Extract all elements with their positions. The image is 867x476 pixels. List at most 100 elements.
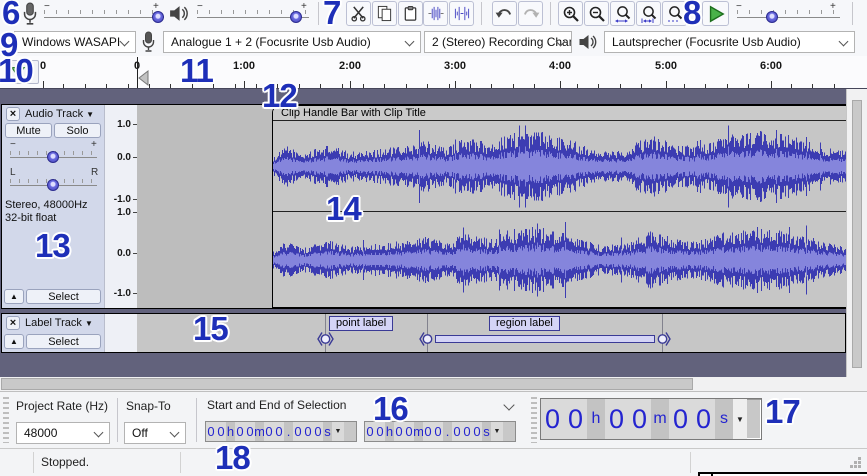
label-track-title[interactable]: Label Track ▼ — [25, 317, 93, 329]
time-digit[interactable]: 0 — [605, 399, 628, 439]
fit-selection-button[interactable] — [610, 1, 635, 26]
track-format-line1: Stereo, 48000Hz — [5, 199, 88, 211]
waveform-channel-left[interactable] — [273, 122, 867, 211]
recording-device-select[interactable]: Analogue 1 + 2 (Focusrite Usb Audio) — [163, 31, 421, 53]
point-label-text[interactable]: point label — [329, 316, 393, 331]
playback-volume-slider[interactable] — [290, 11, 302, 23]
time-digit[interactable]: 0 — [452, 422, 462, 441]
selection-toolbar: Project Rate (Hz) 48000 Snap-To Off Star… — [0, 391, 867, 448]
label-track: × Label Track ▼ ▲ Select point label reg… — [1, 313, 846, 353]
time-digit[interactable]: 0 — [472, 422, 482, 441]
annotation-number: 13 — [35, 227, 70, 265]
clip-handle-bar[interactable]: Clip Handle Bar with Clip Title — [273, 106, 867, 121]
fit-project-button[interactable] — [636, 1, 661, 26]
time-digit[interactable]: 0 — [274, 422, 284, 441]
label-area[interactable]: point label region label — [137, 314, 845, 352]
time-digit[interactable]: 0 — [692, 399, 715, 439]
play-at-speed-button[interactable] — [702, 1, 729, 26]
toolbar-separator — [481, 2, 482, 25]
cut-button[interactable] — [346, 1, 371, 26]
playhead-marker-icon[interactable] — [138, 70, 149, 86]
time-field-dropdown-arrow[interactable]: ▼ — [332, 422, 344, 441]
redo-button[interactable] — [518, 1, 543, 26]
undo-button[interactable] — [492, 1, 517, 26]
waveform-area[interactable]: Clip Handle Bar with Clip Title — [137, 105, 845, 308]
audio-track-title[interactable]: Audio Track ▼ — [25, 108, 94, 120]
select-track-button[interactable]: Select — [26, 289, 101, 304]
silence-audio-button[interactable] — [449, 1, 474, 26]
time-separator: m — [414, 422, 423, 441]
time-digit[interactable]: 0 — [423, 422, 433, 441]
time-digit[interactable]: 0 — [628, 399, 651, 439]
region-start-marker-icon[interactable] — [419, 331, 436, 347]
time-digit[interactable]: 0 — [564, 399, 587, 439]
clipboard-icon — [402, 5, 419, 22]
ruler-tick — [85, 84, 86, 88]
horizontal-scrollbar[interactable] — [0, 377, 846, 391]
time-separator: s — [482, 422, 491, 441]
zoom-in-button[interactable] — [558, 1, 583, 26]
collapse-track-button[interactable]: ▲ — [4, 334, 24, 349]
ruler-tick — [727, 84, 728, 88]
selection-mode-select[interactable]: Start and End of Selection — [207, 398, 519, 412]
snap-to-select[interactable]: Off — [124, 422, 186, 444]
toolbar-grip[interactable] — [531, 397, 537, 443]
time-digit[interactable]: 0 — [293, 422, 303, 441]
paste-button[interactable] — [398, 1, 423, 26]
zoom-selection-icon — [614, 5, 632, 23]
vertical-scrollbar-thumb[interactable] — [852, 100, 862, 368]
solo-button[interactable]: Solo — [54, 123, 101, 138]
snap-to-label: Snap-To — [126, 399, 171, 413]
vertical-scrollbar[interactable] — [846, 89, 867, 377]
playback-device-select[interactable]: Lautsprecher (Focusrite Usb Audio) — [604, 31, 855, 53]
gain-max-label: + — [91, 139, 97, 150]
horizontal-scrollbar-thumb[interactable] — [1, 378, 693, 390]
region-label-bar[interactable] — [435, 335, 655, 343]
time-digit[interactable]: 0 — [433, 422, 443, 441]
window-resize-grip[interactable] — [849, 456, 862, 469]
timeline-ruler[interactable]: 001:002:003:004:005:006:00 — [0, 56, 867, 89]
time-digit[interactable]: 0 — [541, 399, 564, 439]
gain-slider[interactable] — [47, 151, 59, 163]
time-digit[interactable]: 0 — [264, 422, 274, 441]
time-digit[interactable]: 0 — [313, 422, 323, 441]
audio-host-select[interactable]: Windows WASAPI — [14, 31, 136, 53]
toolbar-grip[interactable] — [3, 397, 9, 443]
play-speed-slider[interactable] — [766, 11, 778, 23]
time-field-dropdown-arrow[interactable]: ▼ — [491, 422, 503, 441]
selection-mode-value: Start and End of Selection — [207, 398, 346, 412]
mute-button[interactable]: Mute — [5, 123, 52, 138]
trim-audio-button[interactable] — [423, 1, 448, 26]
close-track-button[interactable]: × — [6, 316, 20, 330]
ruler-tick — [748, 84, 749, 88]
snap-to-value: Off — [132, 426, 148, 440]
ruler-tick — [235, 84, 236, 88]
time-digit[interactable]: 0 — [462, 422, 472, 441]
ruler-tick — [705, 84, 706, 88]
collapse-track-button[interactable]: ▲ — [4, 289, 24, 304]
zoom-out-button[interactable] — [584, 1, 609, 26]
pan-slider[interactable] — [47, 179, 59, 191]
time-field-dropdown-arrow[interactable]: ▼ — [733, 399, 747, 439]
annotation-number: 15 — [193, 310, 228, 348]
time-digit[interactable]: 0 — [669, 399, 692, 439]
ruler-tick — [771, 81, 772, 88]
close-track-button[interactable]: × — [6, 107, 20, 121]
vertical-scale-label: -1.0 — [114, 194, 131, 205]
waveform-channel-right[interactable] — [273, 212, 867, 308]
vertical-scale-ruler[interactable]: 1.00.0-1.01.00.0-1.0 — [104, 105, 137, 308]
recording-slider-ticks — [44, 10, 164, 14]
redo-icon — [521, 6, 540, 21]
ruler-tick — [641, 84, 642, 88]
recording-volume-slider[interactable] — [152, 11, 164, 23]
recording-channels-select[interactable]: 2 (Stereo) Recording Chann — [424, 31, 572, 53]
point-label-marker-icon[interactable] — [317, 331, 334, 347]
copy-button[interactable] — [372, 1, 397, 26]
select-track-button[interactable]: Select — [26, 334, 101, 349]
project-rate-select[interactable]: 48000 — [16, 422, 110, 444]
audio-clip[interactable]: Clip Handle Bar with Clip Title — [272, 105, 867, 308]
region-label-text[interactable]: region label — [489, 316, 560, 331]
audio-position-time-display[interactable]: 00h00m00s▼ — [540, 398, 762, 440]
time-digit[interactable]: 0 — [303, 422, 313, 441]
region-end-marker-icon[interactable] — [654, 331, 671, 347]
